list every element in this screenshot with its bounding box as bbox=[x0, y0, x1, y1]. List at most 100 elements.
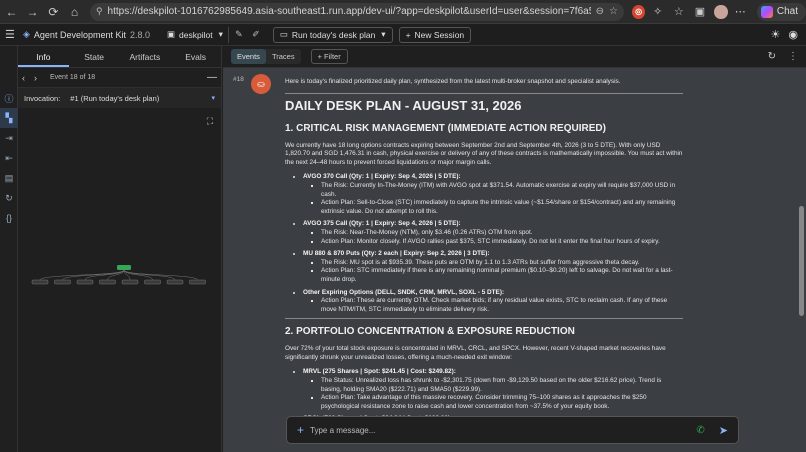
graph-child-node[interactable] bbox=[189, 279, 206, 285]
extension-icon[interactable]: ◎ bbox=[631, 4, 646, 19]
graph-child-node[interactable] bbox=[76, 279, 94, 285]
tab-info[interactable]: Info bbox=[18, 46, 69, 67]
site-info-icon[interactable]: ⚲ bbox=[96, 6, 103, 17]
events-toggle[interactable]: Events bbox=[231, 49, 266, 64]
new-session-button[interactable]: + New Session bbox=[398, 26, 472, 43]
list-item: MU 880 & 870 Puts (Qty: 2 each | Expiry:… bbox=[303, 250, 683, 284]
collections-icon[interactable]: ▣ bbox=[691, 3, 708, 21]
sub-list: The Risk: Currently In-The-Money (ITM) w… bbox=[321, 182, 683, 216]
response-icon[interactable]: ⇤ bbox=[0, 148, 18, 168]
side-panel: Info State Artifacts Evals ‹ › Event 18 … bbox=[18, 46, 222, 452]
message-input[interactable]: Type a message... bbox=[310, 426, 696, 435]
attach-plus-icon[interactable]: + bbox=[297, 423, 304, 437]
divider bbox=[285, 318, 683, 320]
fullscreen-icon[interactable]: ⛶ bbox=[207, 116, 213, 127]
folder-icon: ▭ bbox=[279, 29, 288, 39]
sub-list-item: The Status: Unrealized loss has shrunk t… bbox=[321, 377, 683, 394]
graph-child-node[interactable] bbox=[54, 279, 71, 285]
agent-avatar[interactable]: ⛀ bbox=[251, 74, 271, 94]
new-session-label: New Session bbox=[414, 29, 465, 40]
run-select[interactable]: ▭ Run today's desk plan ▾ bbox=[272, 26, 393, 43]
sync-icon[interactable]: ↻ bbox=[0, 188, 18, 208]
url-text[interactable]: https://deskpilot-1016762985649.asia-sou… bbox=[108, 6, 591, 17]
chart-icon[interactable]: ▤ bbox=[0, 168, 18, 188]
agent-graph: ⛶ bbox=[18, 108, 221, 408]
traces-toggle[interactable]: Traces bbox=[266, 49, 301, 64]
refresh-icon[interactable]: ↻ bbox=[768, 51, 776, 62]
event-navigator: ‹ › Event 18 of 18 — bbox=[18, 68, 221, 88]
code-icon[interactable]: {} bbox=[0, 208, 18, 228]
section-1-heading: 1. CRITICAL RISK MANAGEMENT (IMMEDIATE A… bbox=[285, 122, 606, 134]
invocation-value: #1 (Run today's desk plan) bbox=[70, 93, 160, 103]
side-tabs: Info State Artifacts Evals bbox=[18, 46, 221, 68]
favorites-icon[interactable]: ☆ bbox=[670, 3, 687, 21]
graph-edge bbox=[123, 269, 198, 281]
app-header: ☰ ◈ Agent Development Kit 2.8.0 ▣ deskpi… bbox=[0, 24, 806, 46]
filter-button[interactable]: + Filter bbox=[310, 49, 348, 64]
app-select[interactable]: ▣ deskpilot ▾ bbox=[162, 26, 229, 43]
copilot-icon bbox=[760, 5, 773, 18]
theme-toggle-icon[interactable]: ☀ bbox=[771, 28, 781, 41]
chevron-down-icon: ▾ bbox=[381, 29, 386, 39]
account-icon[interactable]: ◉ bbox=[788, 28, 798, 41]
home-icon[interactable]: ⌂ bbox=[65, 2, 84, 22]
copilot-chat-button[interactable]: Chat bbox=[756, 2, 806, 21]
robot-icon: ⛀ bbox=[257, 78, 265, 89]
menu-icon[interactable]: ☰ bbox=[5, 28, 21, 41]
sub-list-item: Action Plan: STC immediately if there is… bbox=[321, 267, 683, 284]
phone-icon[interactable]: ✆ bbox=[696, 425, 704, 436]
info-icon[interactable]: ⓘ bbox=[0, 88, 18, 108]
graph-root-node[interactable] bbox=[117, 265, 131, 270]
reload-icon[interactable]: ⟳ bbox=[44, 2, 63, 22]
list-item-heading: MU 880 & 870 Puts (Qty: 2 each | Expiry:… bbox=[303, 250, 490, 258]
adk-logo-icon: ◈ bbox=[23, 29, 30, 39]
graph-child-node[interactable] bbox=[99, 279, 116, 285]
request-icon[interactable]: ⇥ bbox=[0, 128, 18, 148]
edit-icon[interactable]: ✎ bbox=[232, 28, 246, 42]
address-bar[interactable]: ⚲ https://deskpilot-1016762985649.asia-s… bbox=[89, 2, 624, 21]
section-1-list: AVGO 370 Call (Qty: 1 | Expiry: Sep 4, 2… bbox=[303, 173, 683, 314]
tab-artifacts[interactable]: Artifacts bbox=[120, 46, 171, 67]
send-icon[interactable]: ➤ bbox=[719, 424, 728, 437]
zoom-icon[interactable]: ⊖ bbox=[596, 6, 604, 17]
collapse-icon[interactable]: — bbox=[207, 72, 217, 83]
list-item: AVGO 375 Call (Qty: 1 | Expiry: Sep 4, 2… bbox=[303, 220, 683, 246]
pencil-icon[interactable]: ✐ bbox=[249, 28, 263, 42]
tab-evals[interactable]: Evals bbox=[170, 46, 221, 67]
chevron-right-icon[interactable]: › bbox=[34, 73, 46, 83]
list-item-heading: AVGO 370 Call (Qty: 1 | Expiry: Sep 4, 2… bbox=[303, 173, 461, 181]
message-composer[interactable]: + Type a message... ✆ ➤ bbox=[286, 416, 739, 444]
sub-list-item: Action Plan: Take advantage of this mass… bbox=[321, 394, 683, 411]
graph-edge bbox=[123, 269, 176, 281]
puzzle-extensions-icon[interactable]: ✧ bbox=[649, 3, 666, 21]
plan-heading: DAILY DESK PLAN - AUGUST 31, 2026 bbox=[285, 97, 522, 113]
icon-sidebar: ⓘ ▚ ⇥ ⇤ ▤ ↻ {} bbox=[0, 46, 18, 452]
more-menu-icon[interactable]: ⋯ bbox=[732, 3, 749, 21]
sub-list-item: Action Plan: These are currently OTM. Ch… bbox=[321, 297, 683, 314]
forward-icon[interactable]: → bbox=[23, 2, 42, 22]
tab-state[interactable]: State bbox=[69, 46, 120, 67]
graph-child-node[interactable] bbox=[166, 279, 184, 285]
graph-view-icon[interactable]: ▚ bbox=[0, 108, 18, 128]
graph-child-node[interactable] bbox=[31, 279, 49, 285]
graph-child-node[interactable] bbox=[144, 279, 161, 285]
browser-toolbar: ← → ⟳ ⌂ ⚲ https://deskpilot-101676298564… bbox=[0, 0, 806, 24]
back-icon[interactable]: ← bbox=[2, 2, 21, 22]
chevron-left-icon[interactable]: ‹ bbox=[22, 73, 34, 83]
sub-list-item: The Risk: Currently In-The-Money (ITM) w… bbox=[321, 182, 683, 199]
app-title: ◈ Agent Development Kit 2.8.0 bbox=[23, 29, 150, 40]
list-item-heading: AVGO 375 Call (Qty: 1 | Expiry: Sep 4, 2… bbox=[303, 220, 461, 228]
intro-text: Here is today's finalized prioritized da… bbox=[285, 78, 621, 85]
scrollbar[interactable] bbox=[799, 206, 804, 316]
profile-avatar[interactable] bbox=[714, 4, 728, 19]
events-toolbar: Events Traces + Filter ↻ ⋮ bbox=[223, 46, 806, 68]
bookmark-star-icon[interactable]: ☆ bbox=[609, 6, 618, 17]
graph-child-node[interactable] bbox=[121, 279, 139, 285]
sub-list: Action Plan: These are currently OTM. Ch… bbox=[321, 297, 683, 314]
sub-list-item: Action Plan: Sell-to-Close (STC) immedia… bbox=[321, 199, 683, 216]
sub-list: The Risk: Near-The-Money (NTM), only $3.… bbox=[321, 229, 683, 246]
kebab-menu-icon[interactable]: ⋮ bbox=[788, 51, 798, 62]
invocation-select[interactable]: Invocation: #1 (Run today's desk plan) ▾ bbox=[18, 88, 221, 108]
main-pane: Events Traces + Filter ↻ ⋮ #18 ⛀ Here is… bbox=[223, 46, 806, 452]
agent-graph-canvas bbox=[31, 265, 206, 285]
